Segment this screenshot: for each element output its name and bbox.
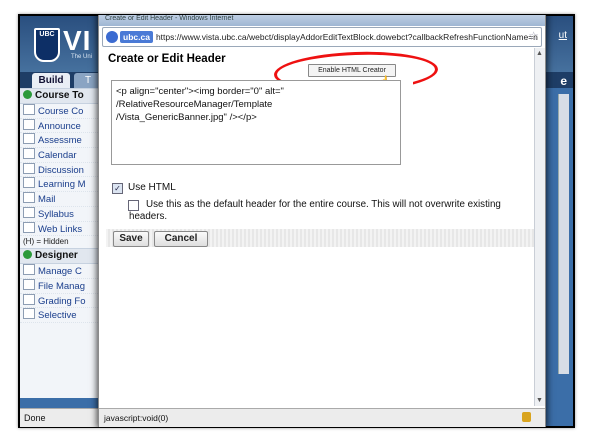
mail-icon bbox=[23, 192, 35, 204]
favorite-star-icon[interactable]: ☆ bbox=[528, 29, 539, 43]
learning-modules-icon bbox=[23, 177, 35, 189]
section-course-tools[interactable]: Course To bbox=[20, 88, 106, 104]
course-content-icon bbox=[23, 104, 35, 115]
app-subtitle: The Uni bbox=[71, 54, 93, 60]
editor-line: /RelativeResourceManager/Template bbox=[116, 99, 273, 110]
expand-icon bbox=[23, 90, 32, 99]
sidebar-item-learning-modules[interactable]: Learning M bbox=[20, 177, 106, 193]
use-html-checkbox[interactable]: ✓ bbox=[112, 183, 123, 194]
page-title: Create or Edit Header bbox=[108, 53, 226, 65]
calendar-icon bbox=[23, 148, 35, 160]
sidebar-item-assessments[interactable]: Assessme bbox=[20, 133, 106, 149]
sidebar-item-announcements[interactable]: Announce bbox=[20, 118, 106, 134]
right-tab-label: e bbox=[560, 74, 567, 88]
sidebar-item-web-links[interactable]: Web Links bbox=[20, 221, 106, 237]
cancel-button[interactable]: Cancel bbox=[154, 231, 208, 247]
popup-scrollbar[interactable]: ▲ ▼ bbox=[534, 48, 545, 406]
hidden-legend: (H) = Hidden bbox=[23, 237, 69, 247]
default-header-option: Use this as the default header for the e… bbox=[128, 199, 534, 223]
selective-release-icon bbox=[23, 308, 35, 320]
popup-status-bar: javascript:void(0) bbox=[99, 408, 545, 427]
ubc-logo: UBC bbox=[34, 28, 60, 62]
editor-line: /Vista_GenericBanner.jpg" /></p> bbox=[116, 112, 257, 123]
editor-scrollbar[interactable] bbox=[401, 80, 413, 165]
grading-forms-icon bbox=[23, 293, 35, 305]
web-links-icon bbox=[23, 221, 35, 233]
save-button[interactable]: Save bbox=[113, 231, 149, 247]
editor-line: <p align="center"><img border="0" alt=" bbox=[116, 86, 284, 97]
course-sidebar: Course To Course Co Announce Assessme Ca… bbox=[20, 88, 107, 398]
sidebar-item-selective-release[interactable]: Selective bbox=[20, 308, 106, 323]
status-text: javascript:void(0) bbox=[104, 413, 169, 423]
popup-titlebar: Create or Edit Header - Windows Internet bbox=[99, 15, 545, 26]
default-header-checkbox[interactable] bbox=[128, 200, 139, 211]
edit-header-popup: Create or Edit Header - Windows Internet… bbox=[98, 15, 546, 427]
use-html-label: Use HTML bbox=[128, 182, 176, 193]
app-title: VI bbox=[63, 25, 92, 56]
address-url: https://www.vista.ubc.ca/webct/displayAd… bbox=[155, 32, 538, 42]
sidebar-item-discussions[interactable]: Discussion bbox=[20, 162, 106, 178]
sidebar-item-mail[interactable]: Mail bbox=[20, 192, 106, 207]
expand-icon bbox=[23, 250, 32, 260]
syllabus-icon bbox=[23, 206, 35, 218]
screenshot-frame: UBC VI The Uni Build T ut e Course To Co… bbox=[18, 14, 575, 428]
header-text-editor[interactable]: <p align="center"><img border="0" alt=" … bbox=[111, 80, 401, 165]
sidebar-item-manage-course[interactable]: Manage C bbox=[20, 264, 106, 279]
default-header-label: Use this as the default header for the e… bbox=[129, 199, 501, 222]
assessments-icon bbox=[23, 133, 35, 145]
address-bar[interactable]: ubc.ca https://www.vista.ubc.ca/webct/dis… bbox=[102, 27, 542, 47]
sidebar-item-grading-forms[interactable]: Grading Fo bbox=[20, 293, 106, 309]
scroll-down-icon[interactable]: ▼ bbox=[536, 397, 543, 404]
manage-course-icon bbox=[23, 264, 35, 276]
address-domain: ubc.ca bbox=[120, 31, 153, 43]
scroll-up-icon[interactable]: ▲ bbox=[536, 50, 543, 57]
use-html-option: ✓ Use HTML bbox=[112, 182, 176, 194]
page-scrollbar[interactable] bbox=[558, 94, 569, 374]
browser-icon bbox=[106, 31, 118, 43]
lock-icon bbox=[522, 412, 531, 422]
logout-link[interactable]: ut bbox=[559, 30, 567, 41]
file-manager-icon bbox=[23, 278, 35, 290]
sidebar-item-calendar[interactable]: Calendar bbox=[20, 148, 106, 163]
section-designer-tools[interactable]: Designer bbox=[20, 248, 106, 265]
announcements-icon bbox=[23, 118, 35, 130]
main-status-bar: Done bbox=[20, 408, 110, 427]
tab-build[interactable]: Build bbox=[32, 73, 70, 88]
sidebar-item-course-content[interactable]: Course Co bbox=[20, 104, 106, 119]
discussions-icon bbox=[23, 162, 35, 174]
sidebar-item-syllabus[interactable]: Syllabus bbox=[20, 206, 106, 222]
sidebar-item-file-manager[interactable]: File Manag bbox=[20, 278, 106, 294]
action-button-bar: Save Cancel bbox=[106, 229, 536, 247]
